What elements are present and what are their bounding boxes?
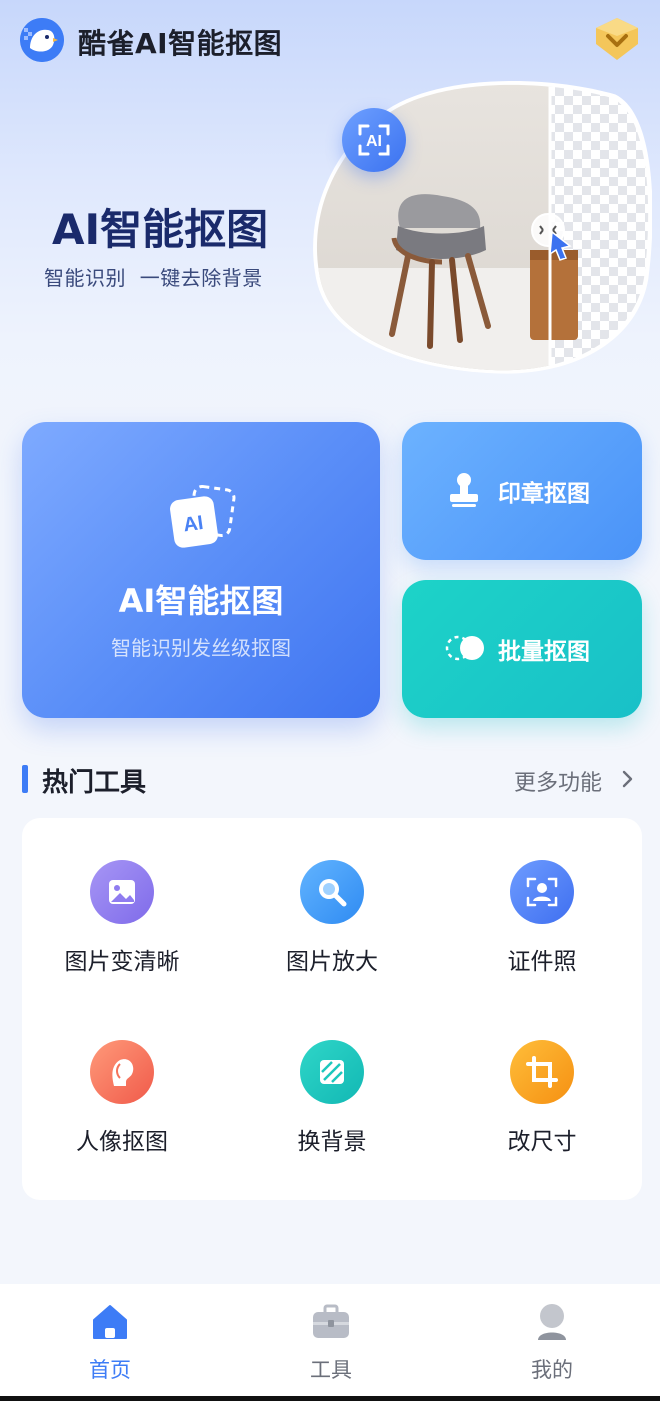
tool-image-enhance[interactable]: 图片变清晰 [22, 860, 222, 1000]
tool-id-photo[interactable]: 证件照 [442, 860, 642, 1000]
hot-tools-title: 热门工具 [42, 768, 147, 798]
tool-label: 换背景 [297, 1129, 367, 1155]
section-accent-bar [22, 765, 28, 793]
home-icon [90, 1302, 130, 1342]
hero-subtitle: 智能识别 一键去除背景 [44, 266, 263, 290]
tool-image-magnify[interactable]: 图片放大 [232, 860, 432, 1000]
batch-cutout-label: 批量抠图 [498, 639, 590, 665]
tool-resize[interactable]: 改尺寸 [442, 1040, 642, 1180]
stamp-icon [444, 470, 484, 510]
bottom-navigation: 首页 工具 我的 [0, 1284, 660, 1396]
magnify-icon [300, 860, 364, 924]
hero-title: AI智能抠图 [52, 205, 269, 254]
tool-label: 人像抠图 [76, 1129, 168, 1155]
stamp-cutout-card[interactable]: 印章抠图 [402, 422, 642, 560]
batch-toggle-icon [444, 628, 484, 668]
vip-diamond-icon[interactable] [592, 16, 642, 62]
app-title: 酷雀AI智能抠图 [78, 27, 283, 60]
hot-tools-panel: 图片变清晰 图片放大 证件照 人像抠图 换背景 改尺寸 [22, 818, 642, 1200]
ai-scan-badge-icon: AI [342, 108, 406, 172]
tool-label: 证件照 [507, 949, 577, 975]
stamp-cutout-label: 印章抠图 [498, 481, 590, 507]
ai-cutout-icon: AI [162, 482, 242, 554]
batch-cutout-card[interactable]: 批量抠图 [402, 580, 642, 718]
ai-cutout-subtitle: 智能识别发丝级抠图 [111, 636, 291, 660]
ai-cutout-card[interactable]: AI AI智能抠图 智能识别发丝级抠图 [22, 422, 380, 718]
tool-label: 图片变清晰 [64, 949, 180, 975]
tool-change-background[interactable]: 换背景 [232, 1040, 432, 1180]
portrait-icon [90, 1040, 154, 1104]
chevron-right-icon[interactable] [620, 768, 636, 790]
id-photo-icon [510, 860, 574, 924]
change-background-icon [300, 1040, 364, 1104]
profile-icon [532, 1302, 572, 1342]
app-header: 酷雀AI智能抠图 [0, 0, 660, 80]
tool-label: 改尺寸 [507, 1129, 577, 1155]
tool-portrait-cutout[interactable]: 人像抠图 [22, 1040, 222, 1180]
nav-label-tools: 工具 [310, 1358, 352, 1382]
nav-item-home[interactable]: 首页 [50, 1284, 170, 1396]
crop-icon [510, 1040, 574, 1104]
system-bottom-bar [0, 1396, 660, 1401]
image-enhance-icon [90, 860, 154, 924]
nav-label-home: 首页 [89, 1358, 131, 1382]
nav-label-profile: 我的 [531, 1358, 573, 1382]
ai-cutout-title: AI智能抠图 [118, 582, 284, 620]
more-features-link[interactable]: 更多功能 [514, 765, 602, 797]
nav-item-profile[interactable]: 我的 [492, 1284, 612, 1396]
ai-cutout-icon-text: AI [182, 512, 205, 537]
toolbox-icon [311, 1302, 351, 1342]
nav-item-tools[interactable]: 工具 [271, 1284, 391, 1396]
ai-badge-text: AI [366, 133, 382, 150]
tool-label: 图片放大 [286, 949, 378, 975]
app-logo-icon [20, 18, 64, 62]
